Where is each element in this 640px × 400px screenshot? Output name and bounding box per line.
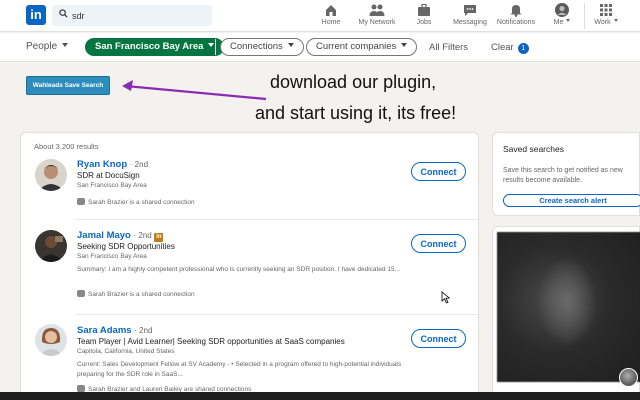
saved-searches-title: Saved searches [503,144,564,154]
result-name-link[interactable]: Sara Adams · 2nd [77,325,152,336]
briefcase-icon [418,3,430,16]
search-box[interactable] [52,5,212,26]
nav-work-label: Work [578,19,634,26]
shared-connection: Sarah Brazier is a shared connection [77,290,195,298]
result-divider [76,314,478,315]
shared-connection-text: Sarah Brazier is a shared connection [88,291,195,298]
results-count: About 3,200 results [34,142,99,151]
promo-text-line-1: download our plugin, [270,72,437,92]
connections-filter-pill[interactable]: Connections [220,38,304,56]
result-location: Capitola, California, United States [77,348,175,355]
connection-degree: · 2nd [134,326,153,335]
shared-connection: Sarah Brazier is a shared connection [77,198,195,206]
home-icon [326,5,336,16]
shared-connection-text: Sarah Brazier is a shared connection [88,199,195,206]
result-name-link[interactable]: Jamal Mayo · 2nd in [77,230,164,242]
cursor-icon [441,291,450,304]
avatar[interactable] [35,159,67,191]
result-location: San Francisco Bay Area [77,182,147,189]
avatar[interactable] [35,230,67,262]
all-filters-button[interactable]: All Filters [429,42,468,53]
connect-button[interactable]: Connect [411,234,466,253]
linkedin-logo[interactable]: in [26,5,46,25]
profile-photo [35,324,67,356]
profile-photo [35,159,67,191]
bell-icon [510,5,522,17]
result-headline: Team Player | Avid Learner| Seeking SDR … [77,337,345,346]
messaging-avatar[interactable] [619,368,638,387]
chevron-down-icon [401,43,408,47]
people-filter[interactable]: People [26,41,69,52]
wahleads-save-search-button[interactable]: Wahleads Save Search [26,76,110,95]
chevron-down-icon [287,43,294,47]
shared-connection-icon [77,385,85,392]
location-filter-label: San Francisco Bay Area [95,41,204,52]
clear-filters-button[interactable]: Clear 1 [491,42,529,54]
search-input[interactable] [72,8,202,23]
result-summary: Summary: I am a highly competent profess… [77,266,400,273]
companies-filter-pill[interactable]: Current companies [306,38,418,56]
connection-degree: · 2nd [129,160,149,169]
chevron-down-icon [566,19,571,22]
avatar [555,3,569,17]
result-headline: Seeking SDR Opportunities [77,242,175,251]
result-divider [76,219,478,220]
promo-text-line-2: and start using it, its free! [255,103,457,123]
ad-card [492,226,640,400]
message-icon [464,5,476,16]
network-icon [369,4,385,16]
result-name: Jamal Mayo [77,230,131,241]
chevron-down-icon [613,19,618,22]
result-name-link[interactable]: Ryan Knop · 2nd [77,159,148,170]
top-nav: in Home My Network Jobs Messaging [0,0,640,32]
result-headline: SDR at DocuSign [77,171,140,180]
filter-bar: People San Francisco Bay Area Connection… [0,33,640,62]
search-icon [59,9,68,18]
saved-searches-description: Save this search to get notified as new … [503,167,623,184]
result-location: San Francisco Bay Area [77,253,147,260]
result-name: Sara Adams [77,325,132,336]
location-filter-pill[interactable]: San Francisco Bay Area [85,38,225,56]
create-search-alert-button[interactable]: Create search alert [503,194,640,207]
connect-button[interactable]: Connect [411,329,466,348]
filter-divider [215,39,216,55]
ad-image[interactable] [497,232,640,382]
nav-work[interactable]: Work [578,3,634,29]
chevron-down-icon [208,43,215,47]
companies-filter-label: Current companies [316,41,397,52]
screen-bottom-edge [0,392,640,400]
grid-icon [600,4,612,16]
filter-count-badge: 1 [517,43,529,54]
clear-filters-label: Clear [491,42,514,53]
connection-degree: · 2nd [133,231,152,240]
shared-connection-icon [77,290,85,297]
search-results-card: About 3,200 results Ryan Knop · 2nd SDR … [20,132,479,400]
chevron-down-icon [62,43,69,47]
profile-photo [35,230,67,262]
people-filter-label: People [26,41,58,52]
linkedin-badge-icon: in [154,233,164,242]
promo-arrow [122,80,267,101]
avatar[interactable] [35,324,67,356]
result-summary: Current: Sales Development Fellow at SV … [77,361,402,378]
shared-connection-icon [77,198,85,205]
saved-searches-card: Saved searches Save this search to get n… [492,132,640,216]
connect-button[interactable]: Connect [411,162,466,181]
connections-filter-label: Connections [230,41,283,52]
result-name: Ryan Knop [77,159,128,170]
